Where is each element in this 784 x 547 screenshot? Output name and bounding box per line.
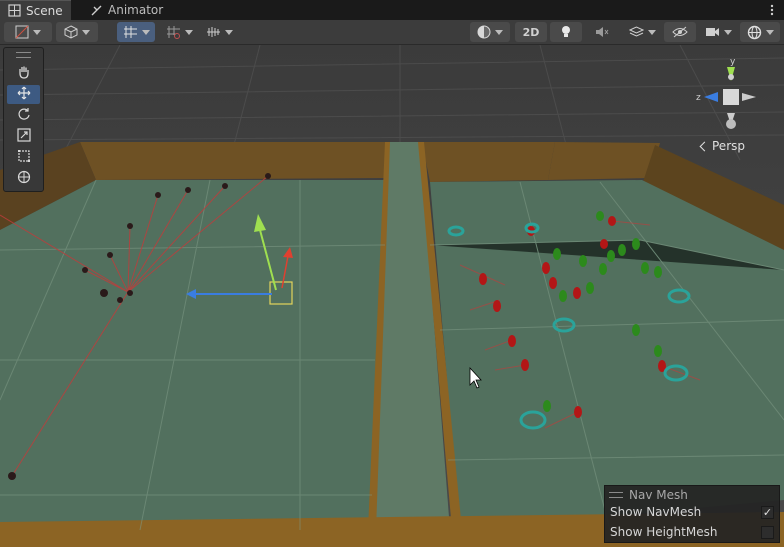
scene-visibility-toggle[interactable] bbox=[664, 22, 696, 42]
show-heightmesh-checkbox[interactable] bbox=[761, 525, 774, 539]
move-tool-button[interactable] bbox=[7, 85, 40, 104]
nav-mesh-overlay: Nav Mesh Show NavMesh ✓ Show HeightMesh bbox=[604, 485, 780, 543]
shading-mode-dropdown[interactable] bbox=[470, 22, 510, 42]
toggle-2d-button[interactable]: 2D bbox=[515, 22, 547, 42]
grid-snap-icon bbox=[123, 25, 138, 39]
tab-scene-label: Scene bbox=[26, 3, 63, 18]
effects-dropdown[interactable] bbox=[622, 22, 662, 42]
nav-mesh-title: Nav Mesh bbox=[629, 488, 688, 502]
transform-globe-icon bbox=[17, 170, 31, 187]
rotate-icon bbox=[17, 107, 31, 124]
tab-bar: Scene Animator bbox=[0, 0, 784, 20]
move-arrows-icon bbox=[17, 86, 31, 103]
hand-tool-button[interactable] bbox=[7, 64, 40, 83]
show-navmesh-row[interactable]: Show NavMesh ✓ bbox=[610, 503, 776, 521]
show-navmesh-label: Show NavMesh bbox=[610, 505, 702, 519]
scene-grid-icon bbox=[8, 4, 21, 17]
light-bulb-icon bbox=[560, 25, 572, 39]
nav-mesh-overlay-header[interactable]: Nav Mesh bbox=[609, 488, 688, 502]
hidden-eye-icon bbox=[672, 26, 688, 38]
transform-tool-button[interactable] bbox=[7, 169, 40, 188]
draw-mode-dropdown[interactable] bbox=[4, 22, 52, 42]
gizmo-y-label: y bbox=[730, 57, 736, 67]
tools-palette bbox=[3, 47, 44, 192]
align-icon bbox=[206, 25, 221, 39]
sphere-icon bbox=[477, 25, 491, 39]
more-options-icon[interactable] bbox=[766, 2, 778, 18]
gizmo-z-label: z bbox=[696, 93, 701, 103]
audio-toggle[interactable] bbox=[586, 22, 618, 42]
camera-icon bbox=[705, 26, 720, 38]
shaded-mode-icon bbox=[15, 25, 29, 39]
rect-transform-icon bbox=[17, 149, 31, 166]
toggle-2d-label: 2D bbox=[522, 25, 540, 39]
scene-viewport[interactable] bbox=[0, 45, 784, 547]
align-dropdown[interactable] bbox=[200, 22, 238, 42]
audio-mute-icon bbox=[595, 25, 609, 39]
lighting-toggle[interactable] bbox=[550, 22, 582, 42]
gizmos-globe-icon bbox=[747, 25, 762, 40]
projection-label: Persp bbox=[712, 139, 745, 153]
camera-dropdown[interactable] bbox=[700, 22, 736, 42]
rect-tool-button[interactable] bbox=[7, 148, 40, 167]
cube-icon bbox=[64, 25, 78, 39]
gizmos-dropdown[interactable] bbox=[740, 22, 780, 42]
overlay-grip-icon bbox=[609, 492, 623, 498]
tab-animator[interactable]: Animator bbox=[82, 0, 171, 20]
increment-snapping-dropdown[interactable] bbox=[160, 22, 198, 42]
scale-icon bbox=[16, 128, 31, 145]
animator-icon bbox=[90, 4, 103, 17]
tab-animator-label: Animator bbox=[108, 3, 164, 17]
chevron-left-icon bbox=[699, 141, 710, 151]
grid-snapping-dropdown[interactable] bbox=[117, 22, 155, 42]
orientation-gizmo[interactable]: y z bbox=[690, 55, 776, 135]
show-heightmesh-row[interactable]: Show HeightMesh bbox=[610, 523, 776, 541]
projection-toggle[interactable]: Persp bbox=[699, 139, 745, 153]
tab-scene[interactable]: Scene bbox=[0, 0, 71, 20]
show-navmesh-checkbox[interactable]: ✓ bbox=[761, 505, 774, 519]
scale-tool-button[interactable] bbox=[7, 127, 40, 146]
hand-icon bbox=[17, 65, 31, 82]
rotate-tool-button[interactable] bbox=[7, 106, 40, 125]
snap-increment-icon bbox=[166, 25, 181, 39]
show-heightmesh-label: Show HeightMesh bbox=[610, 525, 718, 539]
scene-render bbox=[0, 45, 784, 547]
palette-grip[interactable] bbox=[16, 52, 31, 58]
layers-icon bbox=[628, 25, 644, 39]
scene-toolbar: 2D bbox=[0, 20, 784, 45]
render-mode-dropdown[interactable] bbox=[56, 22, 98, 42]
